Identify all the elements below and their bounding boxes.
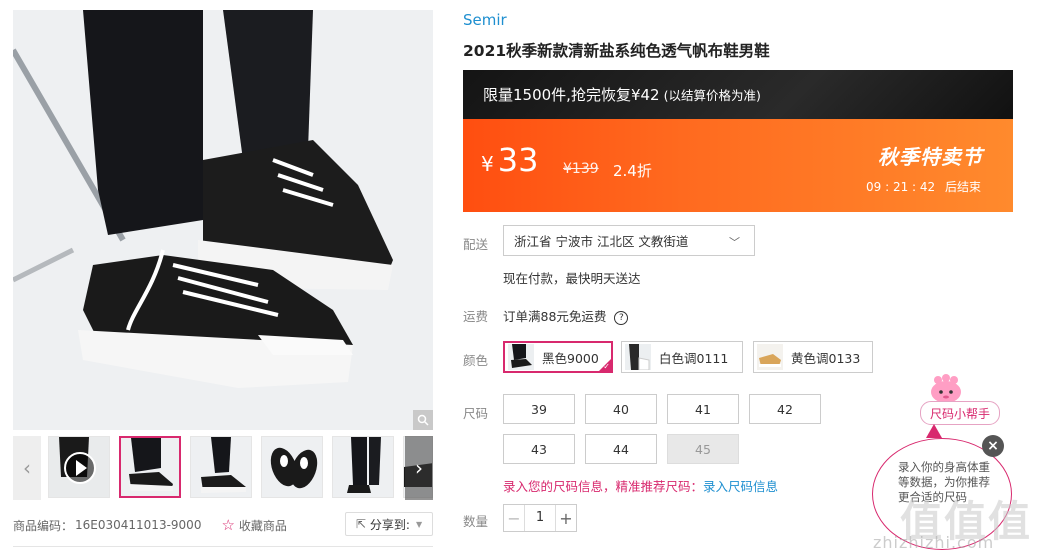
size-option-42[interactable]: 42 <box>749 394 821 424</box>
product-meta-row: 商品编码： 16E030411013-9000 ☆ 收藏商品 ⇱ 分享到: ▼ <box>13 508 433 542</box>
size-option-44[interactable]: 44 <box>585 434 657 464</box>
chevron-down-icon: ﹀ <box>729 236 740 249</box>
shipping-info: 订单满88元免运费 ? <box>503 306 629 325</box>
size-option-43[interactable]: 43 <box>503 434 575 464</box>
favorite-label: 收藏商品 <box>238 518 287 533</box>
share-button[interactable]: ⇱ 分享到: ▼ <box>345 512 433 536</box>
product-code-label: 商品编码： <box>13 518 74 533</box>
thumbnail-4[interactable] <box>261 436 323 498</box>
product-code: 16E030411013-9000 <box>75 518 202 532</box>
promo-limit-banner: 限量1500件,抢完恢复¥42 (以结算价格为准) <box>463 70 1013 119</box>
countdown-value: 09 : 21 : 42 <box>866 180 936 194</box>
chevron-left-icon: ‹ <box>23 456 31 480</box>
original-price: ¥139 <box>563 161 599 177</box>
close-icon[interactable]: × <box>982 435 1004 457</box>
shipping-label: 运费 <box>463 309 489 324</box>
thumbnail-5[interactable] <box>332 436 394 498</box>
bubble-pointer <box>926 424 942 438</box>
check-icon: ✓ <box>603 362 610 371</box>
size-option-45-disabled: 45 <box>667 434 739 464</box>
color-swatch-black <box>508 344 534 370</box>
thumbnail-selected[interactable] <box>119 436 181 498</box>
shoe-photo <box>13 10 433 430</box>
share-icon: ⇱ <box>355 517 366 531</box>
color-swatch-white <box>625 344 651 370</box>
promo-limit-text: 限量1500件,抢完恢复¥42 <box>483 86 660 104</box>
festival-title: 秋季特卖节 <box>878 145 983 169</box>
favorite-button[interactable]: ☆ 收藏商品 <box>221 516 286 534</box>
price-currency: ¥ <box>481 152 494 176</box>
divider <box>13 546 433 547</box>
color-name: 黑色9000 <box>542 350 599 366</box>
thumbnail-strip: ‹ › <box>13 436 433 500</box>
thumbs-next-arrow[interactable]: › <box>405 436 433 500</box>
size-label: 尺码 <box>463 406 489 421</box>
countdown-timer: 09 : 21 : 42 后结束 <box>866 178 981 195</box>
quantity-value[interactable]: 1 <box>524 505 556 531</box>
color-option-white[interactable]: 白色调0111 <box>621 341 743 373</box>
quantity-stepper: − 1 + <box>503 504 577 532</box>
minus-button[interactable]: − <box>504 505 524 531</box>
promo-price-banner: ¥33 ¥139 2.4折 秋季特卖节 09 : 21 : 42 后结束 <box>463 119 1013 212</box>
delivery-label: 配送 <box>463 237 489 252</box>
size-option-40[interactable]: 40 <box>585 394 657 424</box>
thumbnail-3[interactable] <box>190 436 252 498</box>
brand-link[interactable]: Semir <box>463 11 507 29</box>
star-icon: ☆ <box>221 516 235 534</box>
size-tip: 录入您的尺码信息，精准推荐尺码：录入尺码信息 <box>503 476 778 495</box>
current-price: ¥33 <box>481 141 538 179</box>
address-selector[interactable]: 浙江省 宁波市 江北区 文教街道 ﹀ <box>503 225 755 256</box>
chevron-right-icon: › <box>415 456 423 480</box>
delivery-note: 现在付款，最快明天送达 <box>503 271 641 286</box>
plus-button[interactable]: + <box>556 505 576 531</box>
product-title: 2021秋季新款清新盐系纯色透气帆布鞋男鞋 <box>463 42 770 60</box>
address-value: 浙江省 宁波市 江北区 文教街道 <box>514 234 689 249</box>
thumbs-prev-arrow[interactable]: ‹ <box>13 436 41 500</box>
product-main-image[interactable] <box>13 10 433 430</box>
size-option-41[interactable]: 41 <box>667 394 739 424</box>
help-icon[interactable]: ? <box>614 310 629 325</box>
price-value: 33 <box>497 141 539 179</box>
caret-down-icon: ▼ <box>415 519 423 529</box>
size-tip-link[interactable]: 录入尺码信息 <box>703 479 778 494</box>
color-label: 颜色 <box>463 353 489 368</box>
countdown-suffix: 后结束 <box>944 180 981 194</box>
share-label: 分享到: <box>369 517 410 532</box>
shipping-text: 订单满88元免运费 <box>503 309 607 324</box>
zoom-icon[interactable] <box>413 410 433 430</box>
color-name: 白色调0111 <box>659 350 729 366</box>
size-option-39[interactable]: 39 <box>503 394 575 424</box>
color-name: 黄色调0133 <box>791 350 861 366</box>
color-option-yellow[interactable]: 黄色调0133 <box>753 341 873 373</box>
promo-limit-note: (以结算价格为准) <box>663 88 761 103</box>
color-option-black[interactable]: 黑色9000 ✓ <box>503 341 613 373</box>
size-tip-text: 录入您的尺码信息，精准推荐尺码： <box>503 479 704 494</box>
quantity-label: 数量 <box>463 514 489 529</box>
discount-label: 2.4折 <box>613 162 652 180</box>
color-swatch-yellow <box>757 344 783 370</box>
watermark-url: zhizhizhi.com <box>873 533 995 552</box>
thumbnail-video[interactable] <box>48 436 110 498</box>
size-helper-button[interactable]: 尺码小帮手 <box>920 401 1000 425</box>
